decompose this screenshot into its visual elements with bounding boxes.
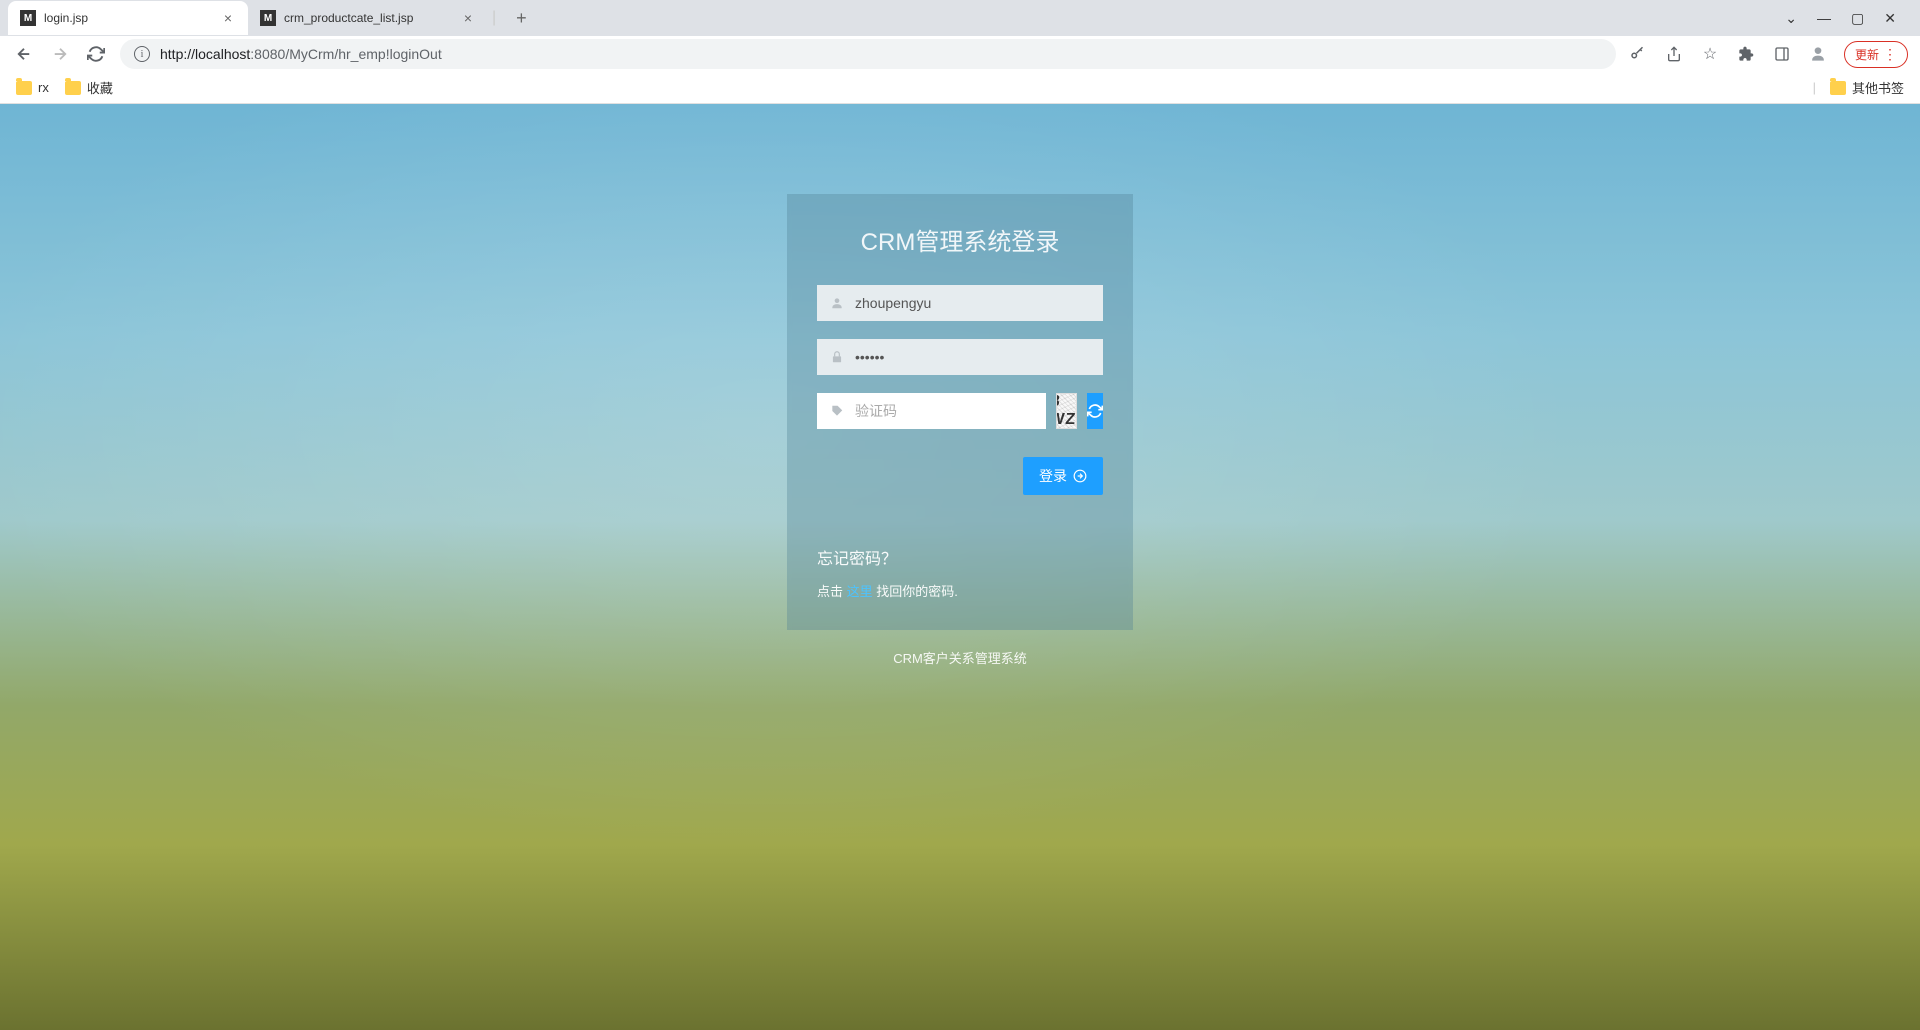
browser-chrome: M login.jsp × M crm_productcate_list.jsp… <box>0 0 1920 104</box>
tab-title: crm_productcate_list.jsp <box>284 11 452 25</box>
profile-icon[interactable] <box>1808 44 1828 64</box>
forward-button[interactable] <box>48 42 72 66</box>
update-button[interactable]: 更新 <box>1844 41 1908 68</box>
lock-icon <box>827 350 847 364</box>
password-group <box>817 339 1103 375</box>
username-group <box>817 285 1103 321</box>
login-button[interactable]: 登录 <box>1023 457 1103 495</box>
address-bar: i http://localhost:8080/MyCrm/hr_emp!log… <box>0 36 1920 72</box>
tab-login[interactable]: M login.jsp × <box>8 1 248 35</box>
forgot-title: 忘记密码？ <box>817 545 1103 569</box>
url-text: http://localhost:8080/MyCrm/hr_emp!login… <box>160 46 442 62</box>
favicon-icon: M <box>260 10 276 26</box>
captcha-input[interactable] <box>847 393 1036 429</box>
chevron-down-icon[interactable]: ⌄ <box>1785 10 1797 27</box>
tab-separator: | <box>492 9 496 27</box>
username-input[interactable] <box>847 285 1093 321</box>
bookmarks-bar: rx 收藏 | 其他书签 <box>0 72 1920 104</box>
close-icon[interactable]: × <box>220 10 236 26</box>
password-input[interactable] <box>847 339 1093 375</box>
tab-bar: M login.jsp × M crm_productcate_list.jsp… <box>0 0 1920 36</box>
forgot-section: 忘记密码？ 点击 这里 找回你的密码. <box>817 545 1103 600</box>
folder-icon <box>65 81 81 95</box>
captcha-image[interactable]: 8 WZI <box>1056 393 1077 429</box>
forgot-link[interactable]: 这里 <box>847 584 873 599</box>
page-content: CRM管理系统登录 8 WZI <box>0 104 1920 1030</box>
window-controls: ⌄ — ▢ ✕ <box>1785 10 1912 27</box>
footer-text: CRM客户关系管理系统 <box>893 648 1027 667</box>
back-button[interactable] <box>12 42 36 66</box>
captcha-row: 8 WZI <box>817 393 1103 429</box>
folder-icon <box>16 81 32 95</box>
maximize-icon[interactable]: ▢ <box>1851 10 1864 27</box>
tab-productcate[interactable]: M crm_productcate_list.jsp × <box>248 1 488 35</box>
close-window-icon[interactable]: ✕ <box>1884 10 1896 27</box>
favicon-icon: M <box>20 10 36 26</box>
other-bookmarks[interactable]: | 其他书签 <box>1813 78 1904 97</box>
toolbar-icons: ☆ 更新 <box>1628 41 1908 68</box>
tag-icon <box>827 404 847 418</box>
site-info-icon[interactable]: i <box>134 46 150 62</box>
share-icon[interactable] <box>1664 44 1684 64</box>
user-icon <box>827 296 847 310</box>
login-card: CRM管理系统登录 8 WZI <box>787 194 1133 630</box>
bookmark-rx[interactable]: rx <box>16 80 49 95</box>
login-title: CRM管理系统登录 <box>817 222 1103 257</box>
side-panel-icon[interactable] <box>1772 44 1792 64</box>
captcha-refresh-button[interactable] <box>1087 393 1103 429</box>
key-icon[interactable] <box>1628 44 1648 64</box>
new-tab-button[interactable]: + <box>508 8 535 29</box>
login-button-row: 登录 <box>817 457 1103 495</box>
reload-button[interactable] <box>84 42 108 66</box>
captcha-group <box>817 393 1046 429</box>
url-input[interactable]: i http://localhost:8080/MyCrm/hr_emp!log… <box>120 39 1616 69</box>
bookmark-star-icon[interactable]: ☆ <box>1700 44 1720 64</box>
close-icon[interactable]: × <box>460 10 476 26</box>
folder-icon <box>1830 81 1846 95</box>
minimize-icon[interactable]: — <box>1817 10 1831 27</box>
bookmark-favorites[interactable]: 收藏 <box>65 78 113 97</box>
forgot-text: 点击 这里 找回你的密码. <box>817 581 1103 600</box>
tab-title: login.jsp <box>44 11 212 25</box>
extensions-icon[interactable] <box>1736 44 1756 64</box>
